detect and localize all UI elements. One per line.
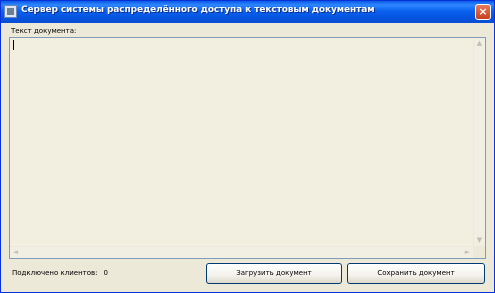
app-icon [4,5,17,18]
title-bar[interactable]: Сервер системы распределённого доступа к… [1,1,494,23]
connected-clients-label: Подключено клиентов: [12,269,98,277]
save-document-button[interactable]: Сохранить документ [347,263,485,284]
scroll-up-arrow-icon[interactable]: ▲ [474,38,485,49]
scroll-right-arrow-icon[interactable]: ► [462,247,473,258]
connected-clients-count: 0 [103,269,108,277]
vertical-scrollbar[interactable]: ▲ ▼ [473,38,485,246]
scroll-left-arrow-icon[interactable]: ◄ [10,247,21,258]
window-title: Сервер системы распределённого доступа к… [21,5,375,15]
connected-clients-status: Подключено клиентов: 0 [12,269,108,277]
scrollbar-corner [473,246,485,258]
load-document-button[interactable]: Загрузить документ [206,263,342,284]
horizontal-scrollbar[interactable]: ◄ ► [10,246,473,258]
scroll-down-arrow-icon[interactable]: ▼ [474,235,485,246]
server-window: Сервер системы распределённого доступа к… [0,0,495,293]
document-text-area[interactable]: ▲ ▼ ◄ ► [9,37,486,259]
text-caret [13,40,14,50]
document-text-label: Текст документа: [11,27,77,35]
close-button[interactable]: × [475,4,491,20]
